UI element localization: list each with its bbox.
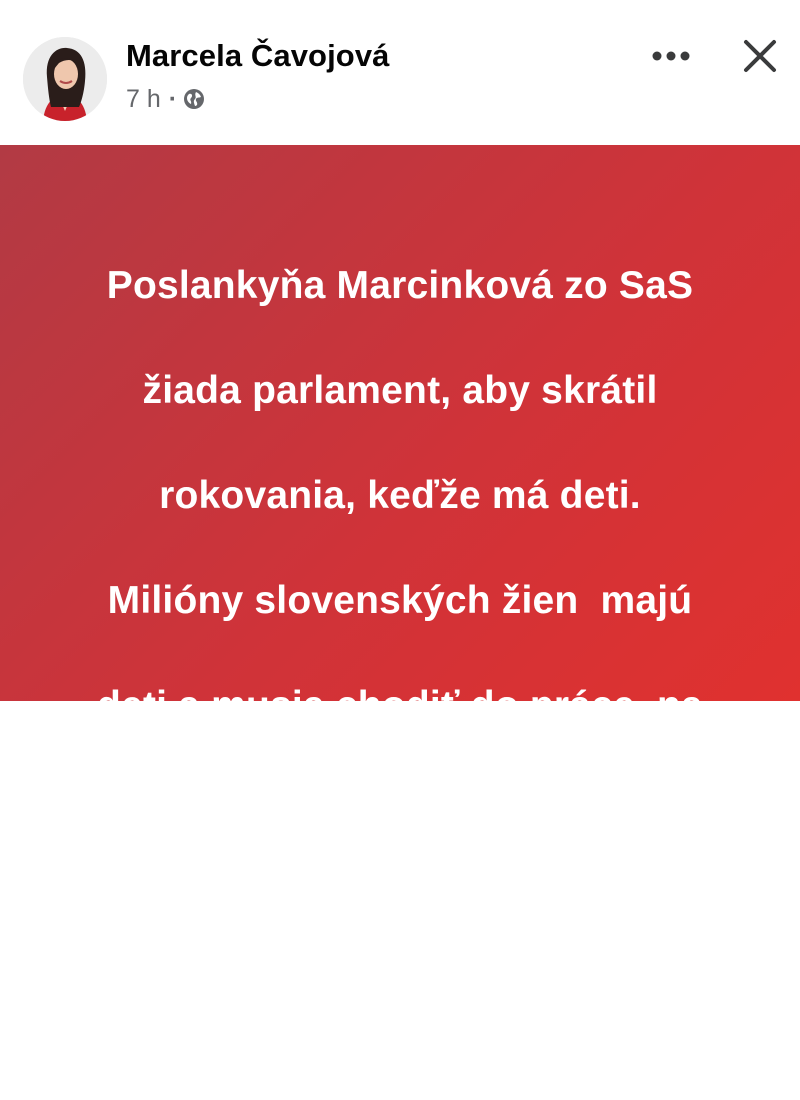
- more-options-icon: [652, 51, 690, 61]
- post-text-line: žiada parlament, aby skrátil: [142, 368, 658, 412]
- post-text-line: pracovného času.: [232, 998, 568, 1042]
- author-avatar[interactable]: [23, 37, 107, 121]
- post-text-line: Poslankyňa Marcinková zo SaS: [106, 263, 694, 307]
- author-name[interactable]: Marcela Čavojová: [126, 38, 390, 74]
- globe-icon[interactable]: [183, 88, 205, 110]
- avatar-portrait-icon: [23, 37, 107, 121]
- post-background: Poslankyňa Marcinková zo SaS žiada parla…: [0, 145, 800, 1042]
- post-text: Poslankyňa Marcinková zo SaS žiada parla…: [0, 207, 800, 1100]
- post-time[interactable]: 7 h: [126, 85, 161, 114]
- post-text-line: Milióny slovenských žien majú: [107, 578, 693, 622]
- more-options-button[interactable]: [644, 36, 698, 76]
- post-text-line: im nedáva privilégiá skrátenia: [119, 893, 681, 937]
- post-text-line: deti a musia chodiť do práce, na: [97, 683, 703, 727]
- post-text-line: nočné služby a zamestnávateľ: [116, 788, 684, 832]
- close-button[interactable]: [736, 32, 784, 80]
- meta-separator: ·: [168, 84, 178, 113]
- post-meta: 7 h ·: [126, 84, 205, 114]
- close-icon: [744, 40, 776, 72]
- post-text-line: rokovania, keďže má deti.: [159, 473, 641, 517]
- post-header: Marcela Čavojová 7 h ·: [0, 0, 800, 145]
